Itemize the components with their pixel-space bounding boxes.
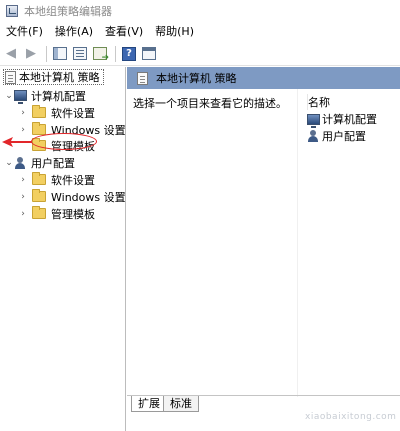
export-list-icon[interactable] <box>91 45 109 63</box>
chevron-right-icon[interactable]: › <box>18 108 28 118</box>
red-arrow-annotation <box>2 137 32 147</box>
folder-icon <box>32 122 46 135</box>
list-item-user-config[interactable]: 用户配置 <box>307 128 366 144</box>
tree-item-user-software[interactable]: › 软件设置 <box>18 171 95 188</box>
details-pane[interactable]: 本地计算机 策略 选择一个项目来查看它的描述。 名称 计算机配置 用户配置 扩展… <box>127 67 400 431</box>
watermark-text: xiaobaixitong.com <box>305 412 397 422</box>
policy-document-icon <box>137 71 148 85</box>
tab-standard[interactable]: 标准 <box>163 396 199 412</box>
tree-item-user-windows[interactable]: › Windows 设置 <box>18 188 126 205</box>
pane-divider <box>297 89 298 397</box>
chevron-down-icon[interactable]: ⌄ <box>4 158 14 168</box>
folder-icon <box>32 172 46 185</box>
tree-item-label: 计算机配置 <box>31 89 86 103</box>
tree-item-label: 用户配置 <box>31 156 75 170</box>
gpedit-app-icon <box>6 5 18 17</box>
menu-view[interactable]: 查看(V) <box>99 22 149 42</box>
show-hide-tree-icon[interactable] <box>51 45 69 63</box>
chevron-right-icon[interactable]: › <box>18 125 28 135</box>
column-header-name[interactable]: 名称 <box>307 94 400 110</box>
menu-file[interactable]: 文件(F) <box>0 22 49 42</box>
toolbar-separator <box>115 45 116 62</box>
list-item-computer-config[interactable]: 计算机配置 <box>307 111 377 128</box>
menu-bar: 文件(F) 操作(A) 查看(V) 帮助(H) <box>0 22 400 42</box>
tree-item-label: Windows 设置 <box>51 190 126 204</box>
list-item-label: 用户配置 <box>322 130 366 143</box>
folder-icon <box>32 206 46 219</box>
list-item-label: 计算机配置 <box>322 113 377 126</box>
tree-item-label: 管理模板 <box>51 207 95 221</box>
tree-item-user-config[interactable]: ⌄ 用户配置 <box>4 154 75 171</box>
help-icon[interactable]: ? <box>120 45 138 63</box>
view-tabs: 扩展 标准 <box>127 395 400 413</box>
chevron-down-icon[interactable]: ⌄ <box>4 91 14 101</box>
tree-root-label: 本地计算机 策略 <box>19 71 100 84</box>
details-header: 本地计算机 策略 <box>127 67 400 89</box>
chevron-right-icon[interactable]: › <box>18 175 28 185</box>
menu-action[interactable]: 操作(A) <box>49 22 99 42</box>
red-ellipse-annotation <box>31 133 97 150</box>
toolbar: ◀ ▶ ? <box>0 42 400 66</box>
toolbar-separator <box>46 45 47 62</box>
folder-icon <box>32 105 46 118</box>
computer-icon <box>14 90 27 104</box>
title-bar: 本地组策略编辑器 <box>0 0 400 22</box>
properties-icon[interactable] <box>140 45 158 63</box>
window-title: 本地组策略编辑器 <box>24 5 112 18</box>
list-view-icon[interactable] <box>71 45 89 63</box>
tree-item-computer-config[interactable]: ⌄ 计算机配置 <box>4 87 86 104</box>
description-text: 选择一个项目来查看它的描述。 <box>133 97 287 110</box>
computer-icon <box>307 113 320 128</box>
user-icon <box>307 130 320 142</box>
tree-pane[interactable]: 本地计算机 策略 ⌄ 计算机配置 › 软件设置 › Windows 设置 管理模… <box>0 67 126 431</box>
folder-icon <box>32 189 46 202</box>
chevron-right-icon[interactable]: › <box>18 209 28 219</box>
back-arrow-icon[interactable]: ◀ <box>2 45 20 63</box>
policy-document-icon <box>5 70 16 84</box>
menu-help[interactable]: 帮助(H) <box>149 22 200 42</box>
tree-item-label: 软件设置 <box>51 173 95 187</box>
tree-item-label: 软件设置 <box>51 106 95 120</box>
tree-item-computer-software[interactable]: › 软件设置 <box>18 104 95 121</box>
details-header-title: 本地计算机 策略 <box>156 72 237 85</box>
chevron-right-icon[interactable]: › <box>18 192 28 202</box>
tree-item-user-admin-templates[interactable]: › 管理模板 <box>18 205 95 222</box>
forward-arrow-icon[interactable]: ▶ <box>22 45 40 63</box>
tree-root-local-policy[interactable]: 本地计算机 策略 <box>3 69 104 85</box>
tab-extended[interactable]: 扩展 <box>131 396 167 412</box>
user-icon <box>14 156 27 169</box>
